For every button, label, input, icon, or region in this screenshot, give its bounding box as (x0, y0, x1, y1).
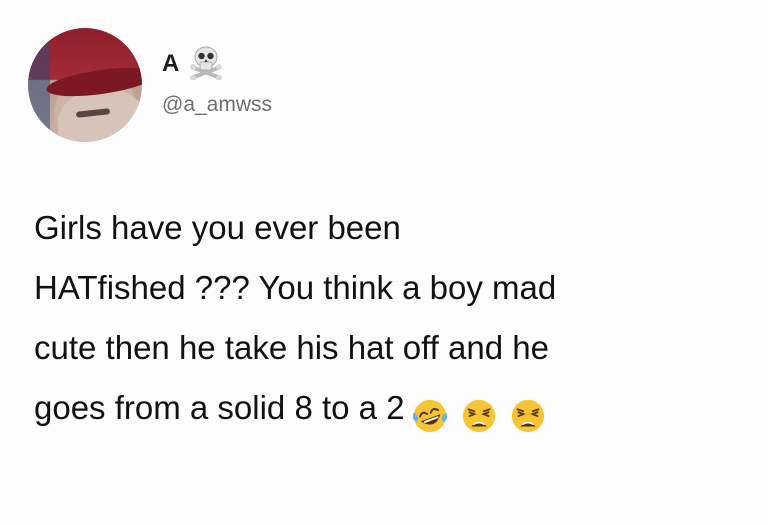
weary-face-icon (511, 400, 545, 433)
tweet-card: A @a_amwss Girls have you ever been HATf… (0, 0, 768, 525)
avatar-background (28, 28, 50, 142)
tweet-line-4: goes from a solid 8 to a 2 (34, 389, 405, 426)
face-with-tears-of-joy-icon (412, 400, 447, 433)
avatar[interactable] (28, 28, 142, 142)
weary-face-icon (462, 400, 495, 433)
skull-and-crossbones-icon (190, 46, 222, 80)
tweet-line-3: cute then he take his hat off and he (34, 329, 549, 366)
user-handle[interactable]: @a_amwss (162, 92, 272, 118)
display-name[interactable]: A (162, 50, 180, 78)
tweet-line-2: HATfished ??? You think a boy mad (34, 269, 557, 306)
emoji-group (411, 384, 549, 444)
tweet-line-4-wrapper: goes from a solid 8 to a 2 (34, 378, 754, 444)
tweet-line-1: Girls have you ever been (34, 209, 401, 246)
tweet-text: Girls have you ever been HATfished ??? Y… (34, 198, 754, 444)
